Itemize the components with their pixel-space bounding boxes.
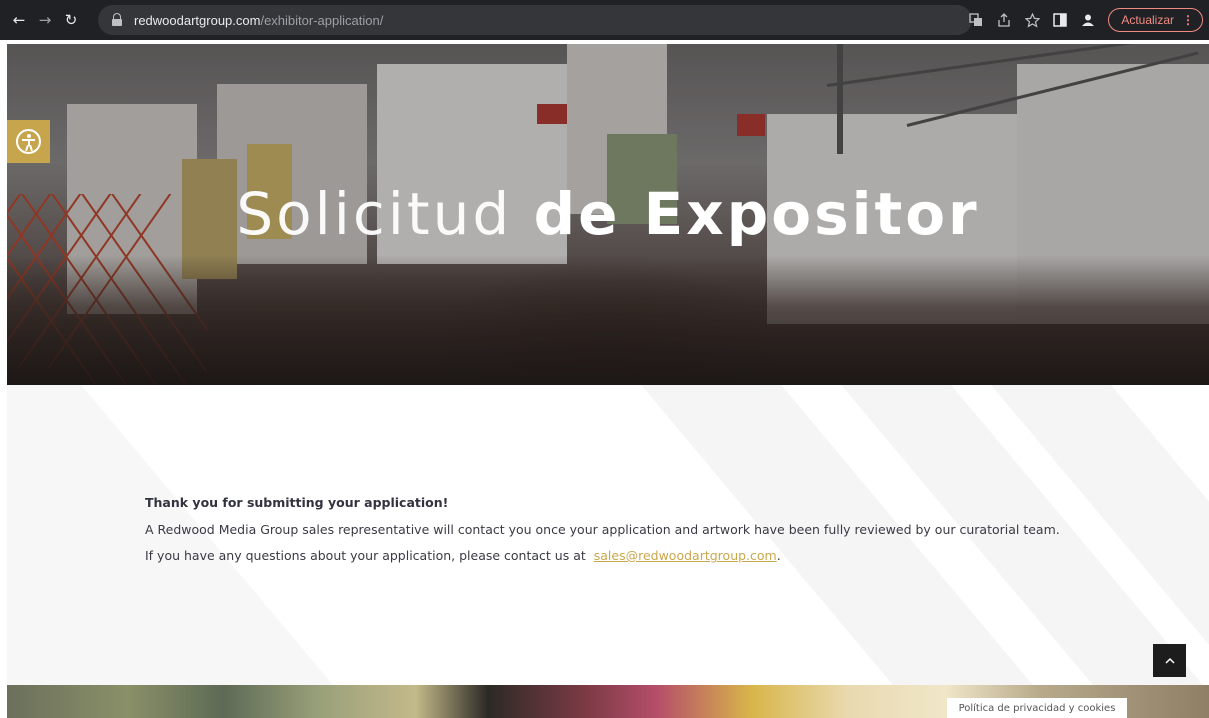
url-path: /exhibitor-application/ (260, 12, 384, 28)
side-panel-icon[interactable] (1049, 9, 1071, 31)
confirmation-heading: Thank you for submitting your applicatio… (145, 495, 449, 510)
scroll-to-top-button[interactable] (1153, 644, 1186, 677)
privacy-policy-link[interactable]: Política de privacidad y cookies (947, 698, 1127, 718)
reload-icon[interactable]: ↻ (58, 7, 84, 33)
contact-suffix: . (776, 548, 781, 563)
update-button[interactable]: Actualizar ⋮ (1108, 8, 1203, 32)
hero-banner: Solicitud de Expositor (7, 44, 1209, 385)
translate-icon[interactable] (965, 9, 987, 31)
page-title: Solicitud de Expositor (7, 180, 1209, 248)
share-icon[interactable] (993, 9, 1015, 31)
forward-arrow-icon[interactable]: → (32, 7, 58, 33)
confirmation-body: A Redwood Media Group sales representati… (145, 522, 1060, 537)
chevron-up-icon (1164, 657, 1175, 664)
profile-icon[interactable] (1077, 9, 1099, 31)
browser-toolbar: ← → ↻ redwoodartgroup.com/exhibitor-appl… (0, 0, 1209, 40)
kebab-menu-icon[interactable]: ⋮ (1182, 13, 1194, 27)
contact-prefix: If you have any questions about your app… (145, 548, 586, 563)
confirmation-message: Thank you for submitting your applicatio… (145, 495, 1060, 574)
address-bar[interactable]: redwoodartgroup.com/exhibitor-applicatio… (98, 5, 972, 35)
confirmation-section: Thank you for submitting your applicatio… (7, 385, 1209, 685)
back-arrow-icon[interactable]: ← (6, 7, 32, 33)
accessibility-button[interactable] (7, 120, 50, 163)
update-label: Actualizar (1121, 13, 1174, 27)
contact-line: If you have any questions about your app… (145, 548, 1060, 563)
bookmark-star-icon[interactable] (1021, 9, 1043, 31)
page-title-bold: de Expositor (533, 180, 980, 248)
url-text[interactable]: redwoodartgroup.com/exhibitor-applicatio… (134, 13, 383, 28)
lock-icon[interactable] (110, 13, 124, 27)
sales-email-link[interactable]: sales@redwoodartgroup.com (594, 548, 777, 563)
url-domain: redwoodartgroup.com (134, 12, 261, 28)
page-title-light: Solicitud (236, 180, 513, 248)
accessibility-icon (16, 129, 41, 154)
